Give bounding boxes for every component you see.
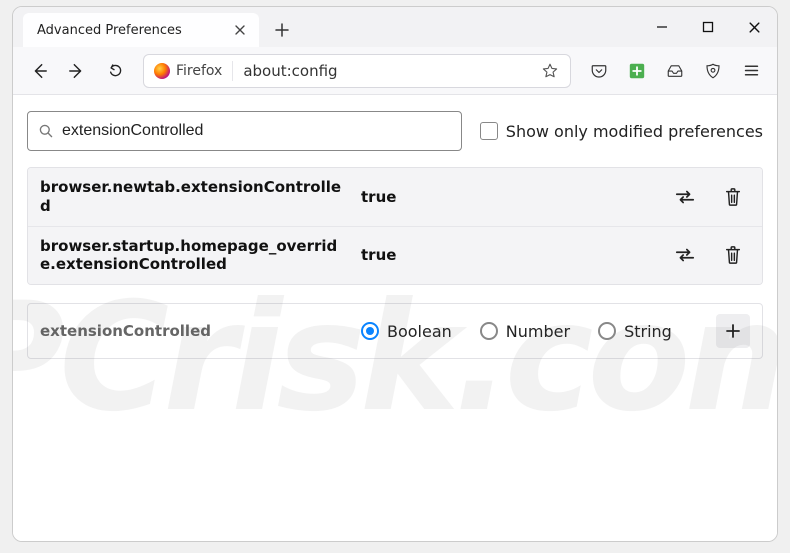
forward-button[interactable] (61, 55, 93, 87)
add-preference-name: extensionControlled (40, 322, 345, 340)
address-text: about:config (233, 62, 536, 80)
type-radio-boolean[interactable]: Boolean (361, 322, 452, 341)
preference-value: true (355, 246, 658, 264)
search-row: Show only modified preferences (27, 111, 763, 151)
maximize-button[interactable] (685, 7, 731, 47)
identity-label: Firefox (176, 63, 222, 79)
navigation-toolbar: Firefox about:config (13, 47, 777, 95)
radio-icon (598, 322, 616, 340)
delete-icon[interactable] (716, 238, 750, 272)
show-modified-checkbox[interactable]: Show only modified preferences (480, 122, 763, 141)
new-tab-button[interactable] (267, 15, 297, 45)
close-window-button[interactable] (731, 7, 777, 47)
firefox-logo-icon (154, 63, 170, 79)
search-input[interactable] (62, 122, 451, 140)
toggle-icon[interactable] (668, 238, 702, 272)
checkbox-icon (480, 122, 498, 140)
inbox-icon[interactable] (659, 55, 691, 87)
browser-window: Advanced Preferences (12, 6, 778, 542)
identity-box[interactable]: Firefox (150, 61, 233, 81)
radio-label: String (624, 322, 672, 341)
back-button[interactable] (23, 55, 55, 87)
app-menu-icon[interactable] (735, 55, 767, 87)
bookmark-star-icon[interactable] (536, 57, 564, 85)
preference-results: browser.newtab.extensionControlled true … (27, 167, 763, 285)
extension-icon[interactable] (621, 55, 653, 87)
titlebar: Advanced Preferences (13, 7, 777, 47)
type-radio-string[interactable]: String (598, 322, 672, 341)
type-radio-group: Boolean Number String (361, 322, 700, 341)
checkbox-label: Show only modified preferences (506, 122, 763, 141)
delete-icon[interactable] (716, 180, 750, 214)
browser-tab[interactable]: Advanced Preferences (23, 13, 259, 47)
radio-label: Number (506, 322, 570, 341)
pocket-icon[interactable] (583, 55, 615, 87)
radio-label: Boolean (387, 322, 452, 341)
url-bar[interactable]: Firefox about:config (143, 54, 571, 88)
add-preference-row: extensionControlled Boolean Number Strin… (27, 303, 763, 359)
reload-button[interactable] (99, 55, 131, 87)
row-actions (668, 180, 750, 214)
close-tab-icon[interactable] (231, 21, 249, 39)
row-actions (668, 238, 750, 272)
preference-value: true (355, 188, 658, 206)
minimize-button[interactable] (639, 7, 685, 47)
add-button[interactable] (716, 314, 750, 348)
about-config-content: PCrisk.com Show only modified preference… (13, 95, 777, 541)
preference-row: browser.newtab.extensionControlled true (28, 168, 762, 227)
preference-row: browser.startup.homepage_override.extens… (28, 227, 762, 285)
radio-icon (480, 322, 498, 340)
tab-title: Advanced Preferences (37, 23, 182, 38)
search-box[interactable] (27, 111, 462, 151)
toggle-icon[interactable] (668, 180, 702, 214)
type-radio-number[interactable]: Number (480, 322, 570, 341)
preference-name: browser.startup.homepage_override.extens… (40, 237, 345, 275)
shield-icon[interactable] (697, 55, 729, 87)
window-controls (639, 7, 777, 47)
radio-icon (361, 322, 379, 340)
search-icon (38, 123, 54, 139)
preference-name: browser.newtab.extensionControlled (40, 178, 345, 216)
